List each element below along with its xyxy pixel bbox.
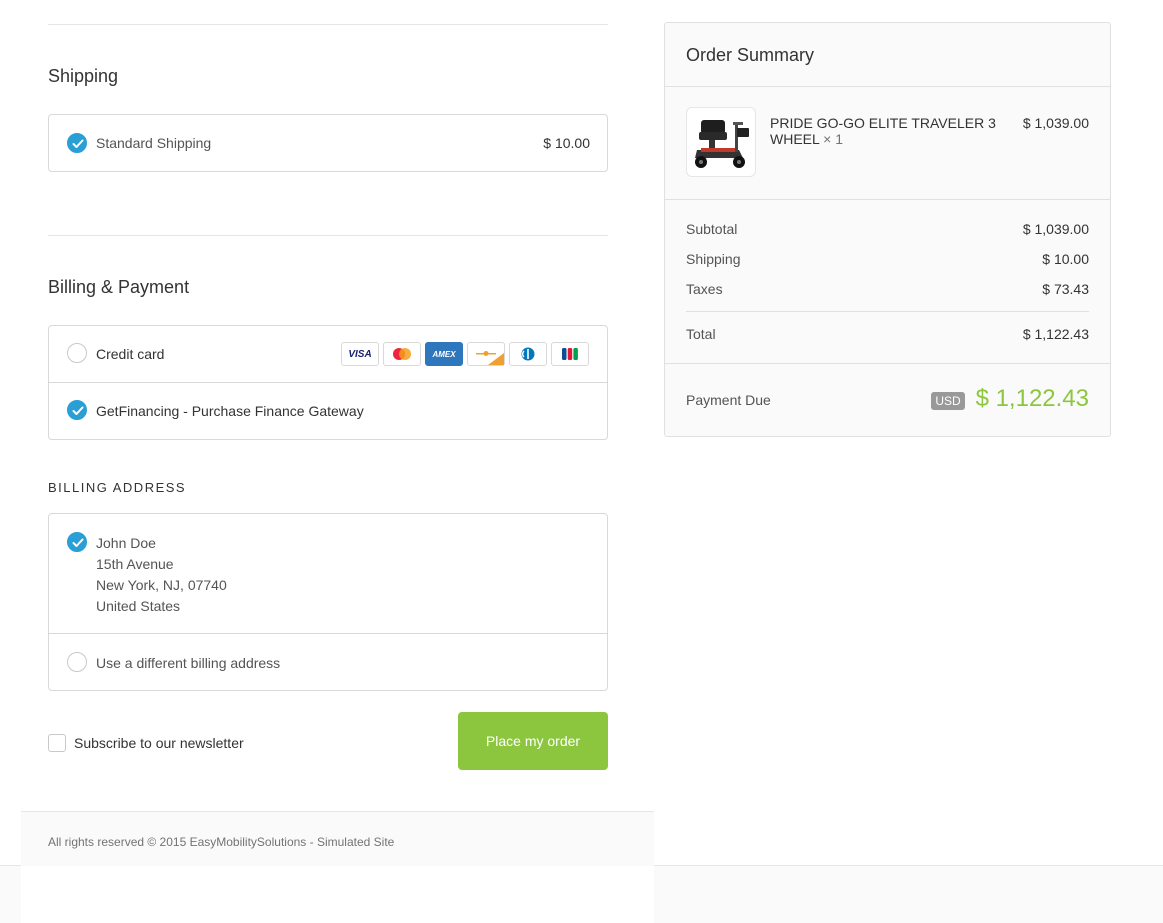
- product-price: $ 1,039.00: [1022, 115, 1089, 131]
- place-order-button[interactable]: Place my order: [458, 712, 608, 770]
- shipping-label: Shipping: [686, 251, 741, 267]
- divider: [686, 311, 1089, 312]
- billing-option-same-address[interactable]: John Doe 15th Avenue New York, NJ, 07740…: [49, 514, 607, 634]
- newsletter-checkbox[interactable]: [48, 734, 66, 752]
- radio-checked-icon[interactable]: [67, 400, 87, 420]
- diners-club-icon: [509, 342, 547, 366]
- divider: [48, 24, 608, 25]
- address-city: New York, NJ, 07740: [96, 577, 227, 593]
- shipping-value: $ 10.00: [1042, 251, 1089, 267]
- product-name: PRIDE GO-GO ELITE TRAVELER 3 WHEEL: [770, 115, 996, 147]
- divider: [48, 235, 608, 236]
- payment-option-getfinancing[interactable]: GetFinancing - Purchase Finance Gateway: [49, 383, 607, 439]
- billing-address-box: John Doe 15th Avenue New York, NJ, 07740…: [48, 513, 608, 691]
- shipping-option-price: $ 10.00: [543, 135, 590, 151]
- address-street: 15th Avenue: [96, 556, 174, 572]
- payment-due-label: Payment Due: [686, 392, 771, 408]
- divider: [665, 86, 1110, 87]
- footer-copyright: All rights reserved © 2015 EasyMobilityS…: [48, 835, 395, 849]
- radio-checked-icon[interactable]: [67, 133, 87, 153]
- taxes-label: Taxes: [686, 281, 723, 297]
- card-icons: VISA AMEX: [341, 342, 589, 366]
- shipping-title: Shipping: [48, 66, 119, 86]
- total-label: Total: [686, 326, 716, 342]
- payment-title: Billing & Payment: [48, 277, 190, 297]
- product-name-line: PRIDE GO-GO ELITE TRAVELER 3 WHEEL × 1: [770, 115, 1005, 147]
- payment-methods-box: Credit card VISA AMEX GetFinancing - Pur…: [48, 325, 608, 440]
- address-name: John Doe: [96, 535, 156, 551]
- currency-badge: USD: [931, 392, 965, 410]
- newsletter-label[interactable]: Subscribe to our newsletter: [74, 735, 244, 751]
- order-summary-title: Order Summary: [686, 45, 815, 65]
- mastercard-icon: [383, 342, 421, 366]
- scooter-image: [695, 120, 749, 168]
- taxes-value: $ 73.43: [1042, 281, 1089, 297]
- shipping-options-box: Standard Shipping $ 10.00: [48, 114, 608, 172]
- billing-address-heading: BILLING ADDRESS: [48, 480, 187, 495]
- visa-card-icon: VISA: [341, 342, 379, 366]
- jcb-card-icon: [551, 342, 589, 366]
- footer: All rights reserved © 2015 EasyMobilityS…: [21, 811, 654, 866]
- radio-unchecked-icon[interactable]: [67, 343, 87, 363]
- radio-checked-icon[interactable]: [67, 532, 87, 552]
- subtotal-label: Subtotal: [686, 221, 738, 237]
- radio-unchecked-icon[interactable]: [67, 652, 87, 672]
- shipping-option-label: Standard Shipping: [96, 135, 212, 151]
- getfinancing-label: GetFinancing - Purchase Finance Gateway: [96, 403, 364, 419]
- product-quantity: × 1: [823, 131, 844, 147]
- billing-address-text: John Doe 15th Avenue New York, NJ, 07740…: [96, 533, 227, 617]
- shipping-option-standard[interactable]: Standard Shipping $ 10.00: [49, 115, 607, 171]
- discover-card-icon: [467, 342, 505, 366]
- subtotal-value: $ 1,039.00: [1022, 221, 1089, 237]
- divider: [665, 363, 1110, 364]
- billing-option-different-address[interactable]: Use a different billing address: [49, 634, 607, 690]
- product-thumbnail: [686, 107, 756, 177]
- credit-card-label: Credit card: [96, 346, 165, 362]
- divider: [665, 199, 1110, 200]
- different-address-label: Use a different billing address: [96, 655, 281, 671]
- order-summary-panel: Order Summary PRIDE GO-GO ELITE TRAVELER…: [664, 22, 1111, 437]
- payment-due-amount: $ 1,122.43: [975, 385, 1089, 412]
- payment-option-credit-card[interactable]: Credit card VISA AMEX: [49, 326, 607, 383]
- address-country: United States: [96, 598, 181, 614]
- amex-card-icon: AMEX: [425, 342, 463, 366]
- total-value: $ 1,122.43: [1022, 326, 1089, 342]
